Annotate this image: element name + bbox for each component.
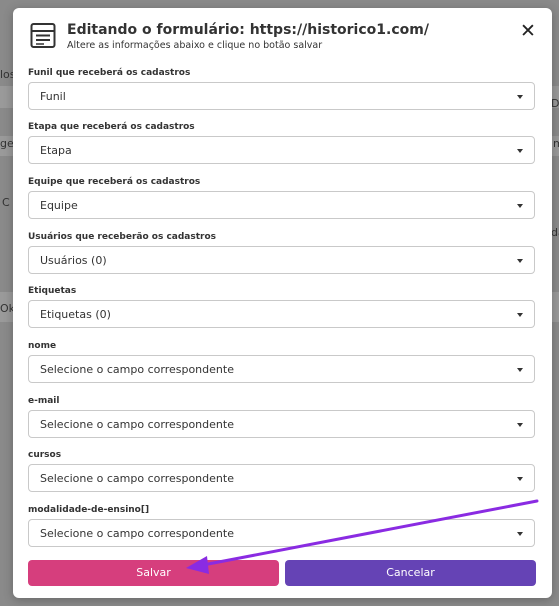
field-select[interactable]: Selecione o campo correspondente [28,464,535,492]
cancel-button[interactable]: Cancelar [285,560,536,586]
field-label: Etiquetas [28,286,77,296]
select-value: Selecione o campo correspondente [40,472,234,485]
chevron-down-icon [517,477,523,481]
field-label: e-mail [28,396,60,406]
select-value: Selecione o campo correspondente [40,527,234,540]
background-text: da [551,226,559,239]
field-select[interactable]: Selecione o campo correspondente [28,410,535,438]
select-value: Selecione o campo correspondente [40,418,234,431]
chevron-down-icon [517,532,523,536]
background-text: C [2,196,10,209]
field-label: nome [28,341,57,351]
field-label: modalidade-de-ensino[] [28,505,150,515]
field-select[interactable]: Selecione o campo correspondente [28,355,535,383]
select-value: Selecione o campo correspondente [40,363,234,376]
chevron-down-icon [517,149,523,153]
field-select[interactable]: Equipe [28,191,535,219]
field-label: Funil que receberá os cadastros [28,68,191,78]
select-value: Funil [40,90,66,103]
field-label: Usuários que receberão os cadastros [28,232,217,242]
field-select[interactable]: Etapa [28,136,535,164]
save-button[interactable]: Salvar [28,560,279,586]
modal-title: Editando o formulário: https://historico… [67,22,429,38]
field-label: Equipe que receberá os cadastros [28,177,201,187]
modal-header: Editando o formulário: https://historico… [13,8,552,60]
select-value: Etiquetas (0) [40,308,111,321]
chevron-down-icon [517,423,523,427]
edit-form-modal: Editando o formulário: https://historico… [13,8,552,598]
background-text: De [551,97,559,110]
form-icon [30,23,56,48]
select-value: Equipe [40,199,78,212]
field-label: Etapa que receberá os cadastros [28,122,195,132]
background-text: mi [553,137,559,150]
select-value: Usuários (0) [40,254,107,267]
background-text: ge [0,137,14,150]
field-select[interactable]: Selecione o campo correspondente [28,519,535,547]
chevron-down-icon [517,95,523,99]
field-select[interactable]: Usuários (0) [28,246,535,274]
field-select[interactable]: Funil [28,82,535,110]
chevron-down-icon [517,368,523,372]
chevron-down-icon [517,204,523,208]
modal-subtitle: Altere as informações abaixo e clique no… [67,40,323,51]
select-value: Etapa [40,144,72,157]
close-icon[interactable]: ✕ [517,21,539,43]
chevron-down-icon [517,313,523,317]
chevron-down-icon [517,259,523,263]
field-label: cursos [28,450,62,460]
field-select[interactable]: Etiquetas (0) [28,300,535,328]
